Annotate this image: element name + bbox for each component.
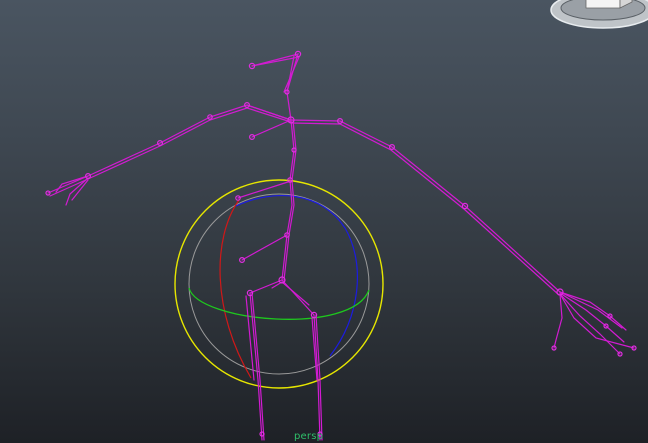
left-leg-chain[interactable] (245, 292, 265, 441)
right-arm-chain[interactable] (290, 119, 635, 355)
joint-markers[interactable] (45, 50, 637, 437)
spine-chain[interactable] (281, 119, 297, 281)
left-clavicle-bone[interactable] (251, 119, 292, 138)
right-leg-chain[interactable] (311, 314, 323, 441)
scene-canvas[interactable] (0, 0, 648, 443)
rotate-y-ring[interactable] (188, 287, 370, 320)
pelvis-joints[interactable] (249, 279, 315, 316)
head-joints[interactable] (251, 53, 300, 121)
rotate-z-ring[interactable] (235, 195, 359, 357)
persp-viewport[interactable]: persp (0, 0, 648, 443)
hip-side-bone[interactable] (241, 234, 288, 261)
skeleton-rig[interactable] (47, 53, 635, 441)
camera-label: persp (294, 431, 324, 442)
left-arm-chain[interactable] (47, 104, 292, 206)
view-cube-icon[interactable] (548, 0, 648, 38)
rotate-x-ring[interactable] (219, 199, 252, 379)
